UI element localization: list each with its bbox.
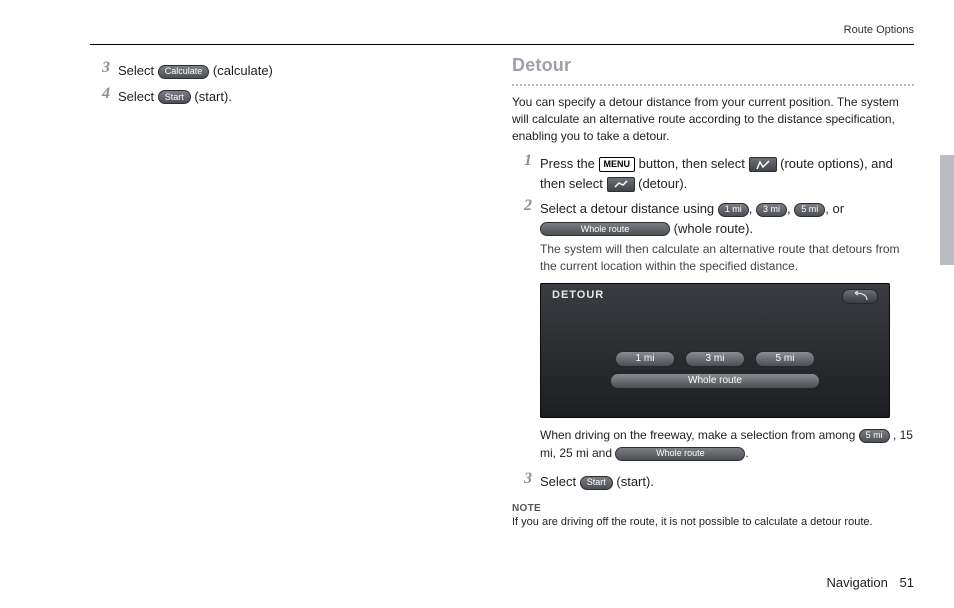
page-footer: Navigation 51 bbox=[826, 575, 914, 590]
step-number: 4 bbox=[90, 85, 110, 103]
note-heading: NOTE bbox=[512, 503, 914, 514]
text: , bbox=[787, 201, 794, 216]
step-text: Select Calculate (calculate) bbox=[118, 61, 492, 81]
detour-icon bbox=[607, 177, 635, 192]
intro-text: You can specify a detour distance from y… bbox=[512, 94, 914, 144]
manual-page: Route Options 3 Select Calculate (calcul… bbox=[0, 0, 954, 608]
step-3: 3 Select Start (start). bbox=[512, 472, 914, 492]
pill-3mi: 3 mi bbox=[756, 203, 787, 217]
text: Select bbox=[540, 474, 580, 489]
pill-5mi: 5 mi bbox=[794, 203, 825, 217]
text: (start). bbox=[616, 474, 654, 489]
text: . bbox=[745, 446, 748, 460]
pill-whole-route: Whole route bbox=[615, 447, 745, 461]
step-text: Select a detour distance using 1 mi, 3 m… bbox=[540, 199, 914, 275]
text: , or bbox=[825, 201, 844, 216]
back-icon bbox=[842, 289, 878, 304]
page-number: 51 bbox=[900, 575, 914, 590]
step-number: 1 bbox=[512, 152, 532, 170]
freeway-text: When driving on the freeway, make a sele… bbox=[540, 426, 914, 462]
text: (start). bbox=[194, 89, 232, 104]
step-subtext: The system will then calculate an altern… bbox=[540, 241, 914, 275]
running-header: Route Options bbox=[844, 24, 914, 36]
step-1: 1 Press the MENU button, then select (ro… bbox=[512, 154, 914, 193]
menu-button-graphic: MENU bbox=[599, 157, 636, 172]
section-heading-detour: Detour bbox=[512, 55, 914, 76]
step-number: 2 bbox=[512, 197, 532, 215]
text: Select bbox=[118, 63, 158, 78]
left-column: 3 Select Calculate (calculate) 4 Select … bbox=[90, 55, 512, 568]
step-text: Press the MENU button, then select (rout… bbox=[540, 154, 914, 193]
footer-section: Navigation bbox=[826, 575, 887, 590]
note-block: NOTE If you are driving off the route, i… bbox=[512, 503, 914, 528]
screen-pill-3mi: 3 mi bbox=[685, 351, 745, 367]
content-columns: 3 Select Calculate (calculate) 4 Select … bbox=[90, 55, 914, 568]
text: (whole route). bbox=[674, 221, 753, 236]
text: (calculate) bbox=[213, 63, 273, 78]
distance-row: 1 mi 3 mi 5 mi bbox=[540, 351, 890, 367]
note-body: If you are driving off the route, it is … bbox=[512, 516, 914, 528]
screen-pill-5mi: 5 mi bbox=[755, 351, 815, 367]
step-2: 2 Select a detour distance using 1 mi, 3… bbox=[512, 199, 914, 275]
text: , bbox=[749, 201, 756, 216]
text: (detour). bbox=[638, 176, 687, 191]
text: Press the bbox=[540, 156, 599, 171]
calculate-button-graphic: Calculate bbox=[158, 65, 210, 79]
device-screenshot-detour: DETOUR 1 mi 3 mi 5 mi Whole route bbox=[540, 283, 890, 418]
screen-pill-whole-route: Whole route bbox=[610, 373, 820, 389]
screen-pill-1mi: 1 mi bbox=[615, 351, 675, 367]
edge-tab bbox=[940, 155, 954, 265]
step-number: 3 bbox=[512, 470, 532, 488]
step-3-left: 3 Select Calculate (calculate) bbox=[90, 61, 492, 81]
route-options-icon bbox=[749, 157, 777, 172]
step-text: Select Start (start). bbox=[540, 472, 914, 492]
step-text: Select Start (start). bbox=[118, 87, 492, 107]
pill-whole-route: Whole route bbox=[540, 222, 670, 236]
text: Select a detour distance using bbox=[540, 201, 718, 216]
pill-5mi: 5 mi bbox=[859, 429, 890, 443]
step-number: 3 bbox=[90, 59, 110, 77]
right-column: Detour You can specify a detour distance… bbox=[512, 55, 914, 568]
dotted-rule bbox=[512, 84, 914, 86]
text: button, then select bbox=[639, 156, 749, 171]
start-button-graphic: Start bbox=[580, 476, 613, 490]
step-4-left: 4 Select Start (start). bbox=[90, 87, 492, 107]
freeway-note: When driving on the freeway, make a sele… bbox=[512, 426, 914, 462]
screen-title: DETOUR bbox=[552, 289, 604, 301]
start-button-graphic: Start bbox=[158, 90, 191, 104]
whole-route-row: Whole route bbox=[540, 373, 890, 389]
text: When driving on the freeway, make a sele… bbox=[540, 428, 859, 442]
pill-1mi: 1 mi bbox=[718, 203, 749, 217]
header-rule bbox=[90, 44, 914, 45]
text: Select bbox=[118, 89, 158, 104]
